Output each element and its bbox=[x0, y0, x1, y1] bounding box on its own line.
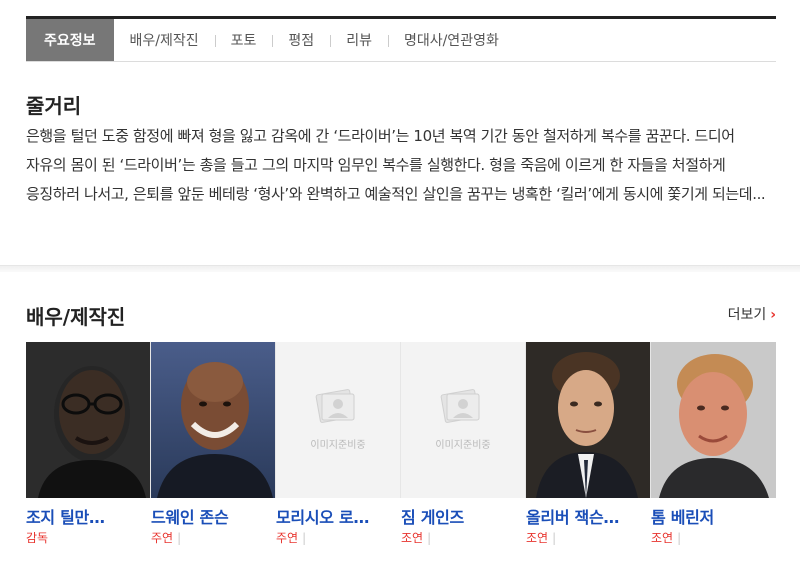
role-label: 조연 bbox=[651, 531, 674, 545]
placeholder-photo-icon bbox=[315, 389, 355, 423]
cast-role: 조연 | bbox=[401, 529, 526, 546]
cast-card[interactable]: 드웨인 존슨 주연 | bbox=[151, 342, 276, 546]
cast-name[interactable]: 짐 게인즈 bbox=[401, 504, 526, 526]
role-label: 조연 bbox=[401, 531, 424, 545]
cast-name[interactable]: 톰 베린저 bbox=[651, 504, 776, 526]
more-label: 더보기 bbox=[727, 307, 767, 323]
cast-role: 주연 | bbox=[276, 529, 401, 546]
portrait-image bbox=[151, 342, 275, 498]
placeholder-text: 이미지준비중 bbox=[310, 440, 366, 451]
person-photo[interactable] bbox=[26, 342, 151, 498]
person-photo-placeholder[interactable]: 이미지준비중 bbox=[276, 342, 401, 498]
role-separator: | bbox=[427, 531, 432, 545]
role-separator: | bbox=[177, 531, 182, 545]
cast-section-title: 배우/제작진 bbox=[26, 305, 126, 329]
synopsis-title: 줄거리 bbox=[26, 94, 82, 118]
role-label: 조연 bbox=[526, 531, 549, 545]
more-link[interactable]: 더보기 › bbox=[728, 304, 776, 324]
tab-review[interactable]: 리뷰 bbox=[330, 19, 388, 61]
tab-quotes-related[interactable]: 명대사/연관영화 bbox=[387, 19, 515, 61]
portrait-image bbox=[26, 342, 150, 498]
synopsis-text: 은행을 털던 도중 함정에 빠져 형을 잃고 감옥에 간 ‘드라이버’는 10년… bbox=[26, 127, 766, 203]
role-separator: | bbox=[677, 531, 682, 545]
cast-name[interactable]: 올리버 잭슨… bbox=[526, 504, 651, 526]
tab-bar: 주요정보 배우/제작진 포토 평점 리뷰 명대사/연관영화 bbox=[26, 16, 776, 62]
cast-role: 감독 bbox=[26, 529, 151, 546]
section-divider bbox=[0, 265, 800, 272]
portrait-image bbox=[651, 342, 776, 498]
tab-cast-crew[interactable]: 배우/제작진 bbox=[114, 19, 215, 61]
movie-detail-page: 주요정보 배우/제작진 포토 평점 리뷰 명대사/연관영화 줄거리 은행을 털던… bbox=[0, 0, 800, 568]
chevron-right-icon: › bbox=[770, 307, 776, 323]
cast-name[interactable]: 드웨인 존슨 bbox=[151, 504, 276, 526]
placeholder-text: 이미지준비중 bbox=[435, 440, 491, 451]
portrait-image bbox=[526, 342, 650, 498]
cast-card[interactable]: 이미지준비중 짐 게인즈 조연 | bbox=[401, 342, 526, 546]
tab-main-info[interactable]: 주요정보 bbox=[26, 19, 114, 61]
person-photo[interactable] bbox=[151, 342, 276, 498]
cast-card[interactable]: 조지 틸만… 감독 bbox=[26, 342, 151, 546]
tab-photo[interactable]: 포토 bbox=[214, 19, 273, 61]
cast-list: 조지 틸만… 감독 드웨인 존슨 주연 | 이미지준비중 모리시오 로… 주연 … bbox=[26, 342, 776, 546]
cast-role: 주연 | bbox=[151, 529, 276, 546]
person-photo[interactable] bbox=[526, 342, 651, 498]
role-separator: | bbox=[302, 531, 307, 545]
role-label: 감독 bbox=[26, 531, 49, 545]
tab-rating[interactable]: 평점 bbox=[272, 19, 330, 61]
cast-card[interactable]: 올리버 잭슨… 조연 | bbox=[526, 342, 651, 546]
cast-name[interactable]: 모리시오 로… bbox=[276, 504, 401, 526]
cast-role: 조연 | bbox=[526, 529, 651, 546]
role-separator: | bbox=[552, 531, 557, 545]
cast-card[interactable]: 이미지준비중 모리시오 로… 주연 | bbox=[276, 342, 401, 546]
cast-role: 조연 | bbox=[651, 529, 776, 546]
cast-name[interactable]: 조지 틸만… bbox=[26, 504, 151, 526]
role-label: 주연 bbox=[276, 531, 299, 545]
placeholder-photo-icon bbox=[440, 389, 480, 423]
person-photo-placeholder[interactable]: 이미지준비중 bbox=[401, 342, 526, 498]
role-label: 주연 bbox=[151, 531, 174, 545]
cast-card[interactable]: 톰 베린저 조연 | bbox=[651, 342, 776, 546]
person-photo[interactable] bbox=[651, 342, 776, 498]
